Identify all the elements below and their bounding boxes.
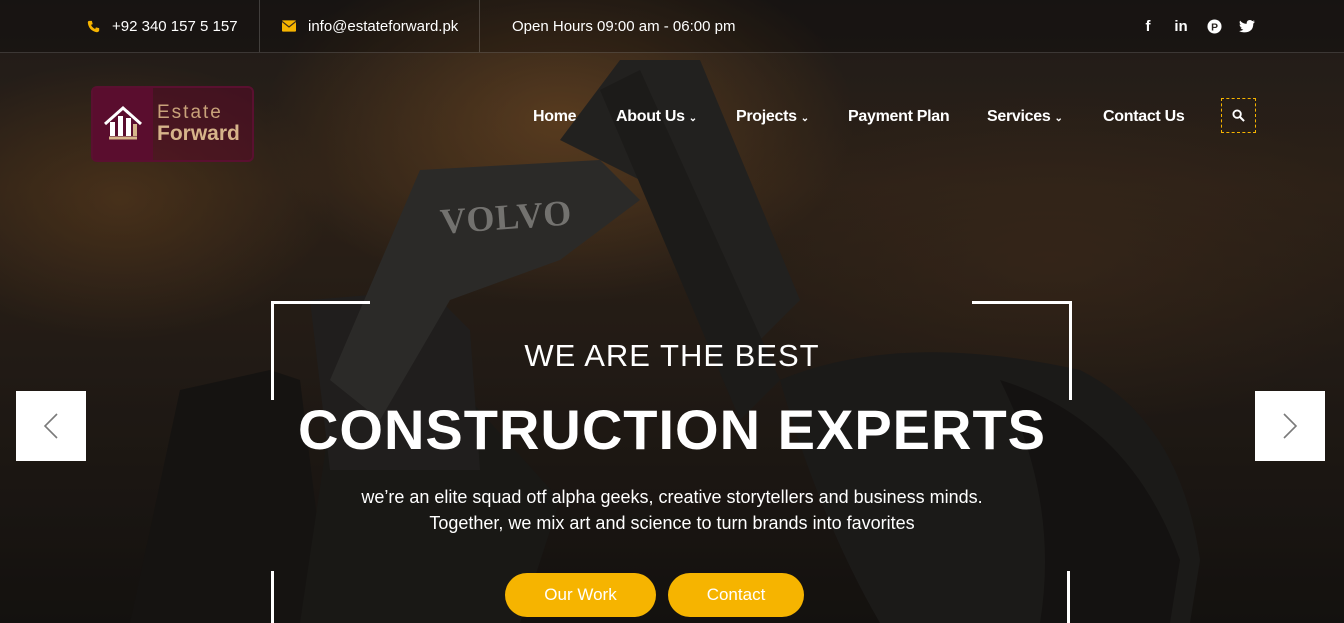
phone-contact[interactable]: +92 340 157 5 157 bbox=[86, 0, 238, 52]
nav-about[interactable]: About Us ⌄ bbox=[616, 108, 697, 126]
nav-projects[interactable]: Projects ⌄ bbox=[736, 108, 809, 126]
search-button[interactable] bbox=[1221, 98, 1256, 133]
logo-house-icon bbox=[93, 88, 153, 160]
frame-corner-bl bbox=[271, 571, 274, 623]
nav-services[interactable]: Services ⌄ bbox=[987, 108, 1063, 126]
nav-about-label: About Us bbox=[616, 108, 685, 125]
top-info-bar: +92 340 157 5 157 info@estateforward.pk … bbox=[0, 0, 1344, 53]
chevron-down-icon: ⌄ bbox=[1054, 112, 1063, 124]
nav-contact-label: Contact Us bbox=[1103, 108, 1185, 125]
chevron-right-icon bbox=[1283, 413, 1298, 439]
envelope-icon bbox=[282, 19, 296, 33]
nav-home-label: Home bbox=[533, 108, 577, 125]
email-contact[interactable]: info@estateforward.pk bbox=[282, 0, 458, 52]
twitter-icon[interactable] bbox=[1239, 19, 1255, 33]
linkedin-icon[interactable]: in bbox=[1173, 18, 1189, 35]
nav-home[interactable]: Home bbox=[533, 108, 577, 126]
topbar-divider bbox=[479, 0, 480, 52]
hero-title: CONSTRUCTION EXPERTS bbox=[297, 398, 1047, 461]
site-logo[interactable]: Estate Forward bbox=[91, 86, 254, 162]
search-icon bbox=[1232, 109, 1245, 122]
hero-kicker: WE ARE THE BEST bbox=[524, 338, 820, 373]
nav-services-label: Services bbox=[987, 108, 1051, 125]
nav-contact[interactable]: Contact Us bbox=[1103, 108, 1185, 126]
chevron-down-icon: ⌄ bbox=[688, 112, 697, 124]
phone-number: +92 340 157 5 157 bbox=[112, 17, 238, 35]
email-address: info@estateforward.pk bbox=[308, 17, 459, 35]
logo-wordmark: Estate Forward bbox=[153, 88, 252, 160]
social-links: f in P bbox=[1140, 0, 1255, 52]
slider-prev-button[interactable] bbox=[16, 391, 86, 461]
hero-slider: VOLVO +92 340 157 5 157 info@estateforwa… bbox=[0, 0, 1344, 623]
facebook-icon[interactable]: f bbox=[1140, 18, 1156, 35]
hero-description-line2: Together, we mix art and science to turn… bbox=[429, 513, 915, 533]
nav-projects-label: Projects bbox=[736, 108, 797, 125]
logo-line2: Forward bbox=[157, 122, 240, 145]
nav-payment-plan[interactable]: Payment Plan bbox=[848, 108, 950, 126]
our-work-button[interactable]: Our Work bbox=[505, 573, 656, 617]
logo-line1: Estate bbox=[157, 102, 223, 123]
hero-description-line1: we’re an elite squad otf alpha geeks, cr… bbox=[361, 487, 983, 507]
contact-button[interactable]: Contact bbox=[668, 573, 804, 617]
nav-payment-label: Payment Plan bbox=[848, 108, 950, 125]
hero-description: we’re an elite squad otf alpha geeks, cr… bbox=[0, 484, 1344, 536]
topbar-divider bbox=[259, 0, 260, 52]
pinterest-icon[interactable]: P bbox=[1206, 18, 1222, 34]
slider-next-button[interactable] bbox=[1255, 391, 1325, 461]
svg-text:P: P bbox=[1211, 22, 1218, 33]
chevron-left-icon bbox=[43, 413, 58, 439]
frame-corner-tr bbox=[972, 301, 1072, 304]
open-hours: Open Hours 09:00 am - 06:00 pm bbox=[512, 17, 736, 35]
frame-corner-br bbox=[1067, 571, 1070, 623]
chevron-down-icon: ⌄ bbox=[800, 112, 809, 124]
phone-icon bbox=[86, 19, 100, 33]
frame-corner-tl bbox=[271, 301, 370, 304]
